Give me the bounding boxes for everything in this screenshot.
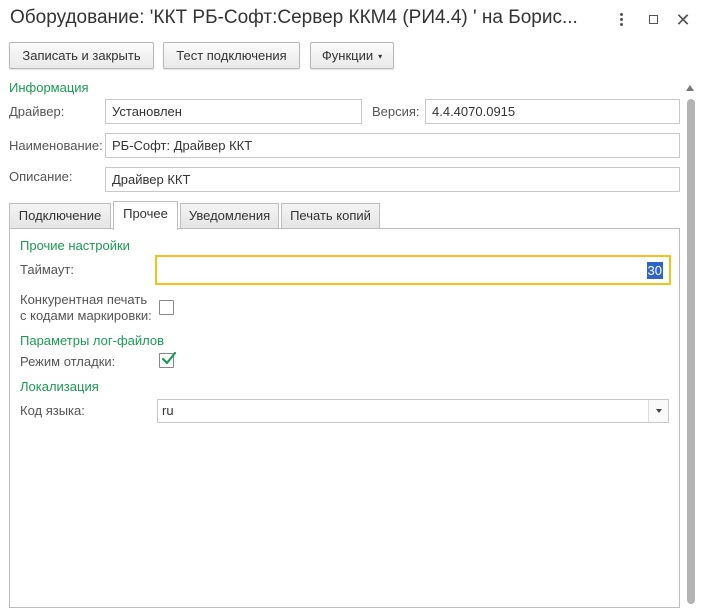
save-and-close-button[interactable]: Записать и закрыть [9,42,154,69]
vertical-scrollbar[interactable] [683,85,697,604]
tab-other[interactable]: Прочее [113,201,178,230]
debug-mode-label: Режим отладки: [20,354,116,369]
description-label: Описание: [9,169,73,184]
test-connection-button[interactable]: Тест подключения [163,42,300,69]
settings-tabs: Подключение Прочее Уведомления Печать ко… [9,201,681,230]
name-label: Наименование: [9,138,103,153]
language-code-value: ru [162,403,174,418]
scroll-up-arrow-icon[interactable] [686,85,694,91]
toolbar: Записать и закрыть Тест подключения Функ… [0,42,700,70]
close-icon[interactable]: ✕ [671,8,695,32]
log-settings-header: Параметры лог-файлов [20,333,164,348]
checkmark-icon [161,351,177,365]
tab-connection[interactable]: Подключение [9,203,111,229]
concurrent-print-label-line1: Конкурентная печать [20,292,148,307]
concurrent-print-label-line2: с кодами маркировки: [20,308,152,323]
equipment-form-window: Оборудование: 'ККТ РБ-Софт:Сервер ККМ4 (… [0,0,703,608]
debug-mode-checkbox[interactable] [159,351,177,368]
language-code-label: Код языка: [20,403,85,418]
driver-label: Драйвер: [9,104,65,119]
other-settings-header: Прочие настройки [20,238,130,253]
timeout-label: Таймаут: [20,262,74,277]
title-bar: Оборудование: 'ККТ РБ-Софт:Сервер ККМ4 (… [0,0,703,40]
functions-menu-button[interactable]: Функции ▾ [310,42,394,69]
chevron-down-icon: ▾ [378,52,383,62]
scrollbar-thumb[interactable] [687,99,695,604]
dropdown-button[interactable] [648,400,668,422]
window-title: Оборудование: 'ККТ РБ-Софт:Сервер ККМ4 (… [10,7,578,28]
description-field[interactable]: Драйвер ККТ [105,167,680,192]
maximize-icon[interactable] [641,8,665,32]
more-vertical-icon[interactable] [609,8,633,32]
tab-notifications[interactable]: Уведомления [180,203,279,229]
localization-header: Локализация [20,379,99,394]
chevron-down-icon [656,409,662,413]
functions-label: Функции [321,48,374,63]
timeout-value: 30 [646,262,663,279]
language-code-select[interactable]: ru [157,399,669,423]
version-field[interactable]: 4.4.4070.0915 [425,99,680,124]
info-section-header: Информация [9,80,89,95]
name-field[interactable]: РБ-Софт: Драйвер ККТ [105,133,680,158]
timeout-input[interactable]: 30 [155,255,671,285]
driver-field[interactable]: Установлен [105,99,362,124]
concurrent-print-checkbox[interactable] [159,300,174,315]
version-label: Версия: [372,104,420,119]
tab-print-copies[interactable]: Печать копий [281,203,380,229]
